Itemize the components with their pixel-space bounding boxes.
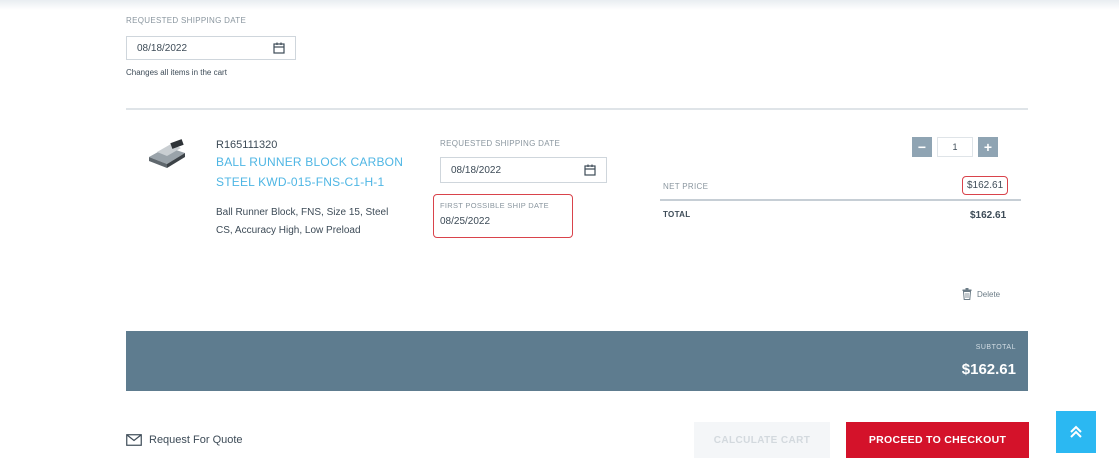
divider — [126, 108, 1028, 110]
net-price-value: $162.61 — [962, 176, 1009, 195]
cart-requested-date-label: REQUESTED SHIPPING DATE — [126, 16, 247, 25]
trash-icon — [962, 288, 972, 300]
item-requested-date-label: REQUESTED SHIPPING DATE — [440, 139, 561, 148]
description-line2: CS, Accuracy High, Low Preload — [216, 225, 361, 236]
item-sku: R165111320 — [216, 139, 278, 151]
calendar-icon[interactable] — [273, 42, 285, 54]
scroll-to-top-button[interactable] — [1056, 411, 1096, 453]
calculate-cart-button[interactable]: CALCULATE CART — [694, 422, 830, 458]
product-thumbnail[interactable] — [142, 135, 192, 173]
first-ship-date-box: FIRST POSSIBLE SHIP DATE 08/25/2022 — [433, 194, 573, 238]
total-value: $162.61 — [970, 210, 1007, 221]
net-price-label: NET PRICE — [663, 182, 709, 191]
proceed-to-checkout-button[interactable]: PROCEED TO CHECKOUT — [846, 422, 1029, 458]
first-ship-date-value: 08/25/2022 — [440, 216, 491, 227]
description-line1: Ball Runner Block, FNS, Size 15, Steel — [216, 207, 389, 218]
quantity-increase-button[interactable]: + — [978, 137, 998, 157]
total-label: TOTAL — [663, 210, 691, 219]
product-name-link[interactable]: BALL RUNNER BLOCK CARBON STEEL KWD-015-F… — [216, 152, 416, 192]
product-name-line2[interactable]: STEEL KWD-015-FNS-C1-H-1 — [216, 172, 416, 192]
request-for-quote-label[interactable]: Request For Quote — [149, 434, 243, 446]
delete-button[interactable]: Delete — [962, 288, 1000, 300]
product-description: Ball Runner Block, FNS, Size 15, Steel C… — [216, 204, 426, 240]
subtotal-label: SUBTOTAL — [975, 344, 1016, 351]
price-divider — [660, 199, 1021, 201]
calendar-icon[interactable] — [584, 164, 596, 176]
delete-label[interactable]: Delete — [977, 290, 1000, 299]
subtotal-bar: SUBTOTAL $162.61 — [126, 331, 1028, 391]
envelope-icon — [126, 434, 142, 446]
first-ship-date-label: FIRST POSSIBLE SHIP DATE — [440, 201, 549, 210]
quantity-stepper[interactable]: − + — [912, 137, 998, 157]
top-shadow-bar — [0, 0, 1119, 10]
subtotal-value: $162.61 — [961, 361, 1016, 378]
cart-date-note: Changes all items in the cart — [126, 68, 227, 77]
cart-requested-date-value: 08/18/2022 — [137, 42, 188, 54]
product-image-icon — [149, 139, 185, 168]
cart-requested-date-field[interactable]: 08/18/2022 — [126, 36, 296, 60]
chevron-double-up-icon — [1070, 425, 1082, 438]
item-requested-date-field[interactable]: 08/18/2022 — [440, 157, 607, 183]
product-name-line1[interactable]: BALL RUNNER BLOCK CARBON — [216, 152, 416, 172]
quantity-input[interactable] — [937, 137, 973, 157]
request-for-quote-link[interactable]: Request For Quote — [126, 434, 243, 446]
item-requested-date-value: 08/18/2022 — [451, 164, 502, 176]
quantity-decrease-button[interactable]: − — [912, 137, 932, 157]
